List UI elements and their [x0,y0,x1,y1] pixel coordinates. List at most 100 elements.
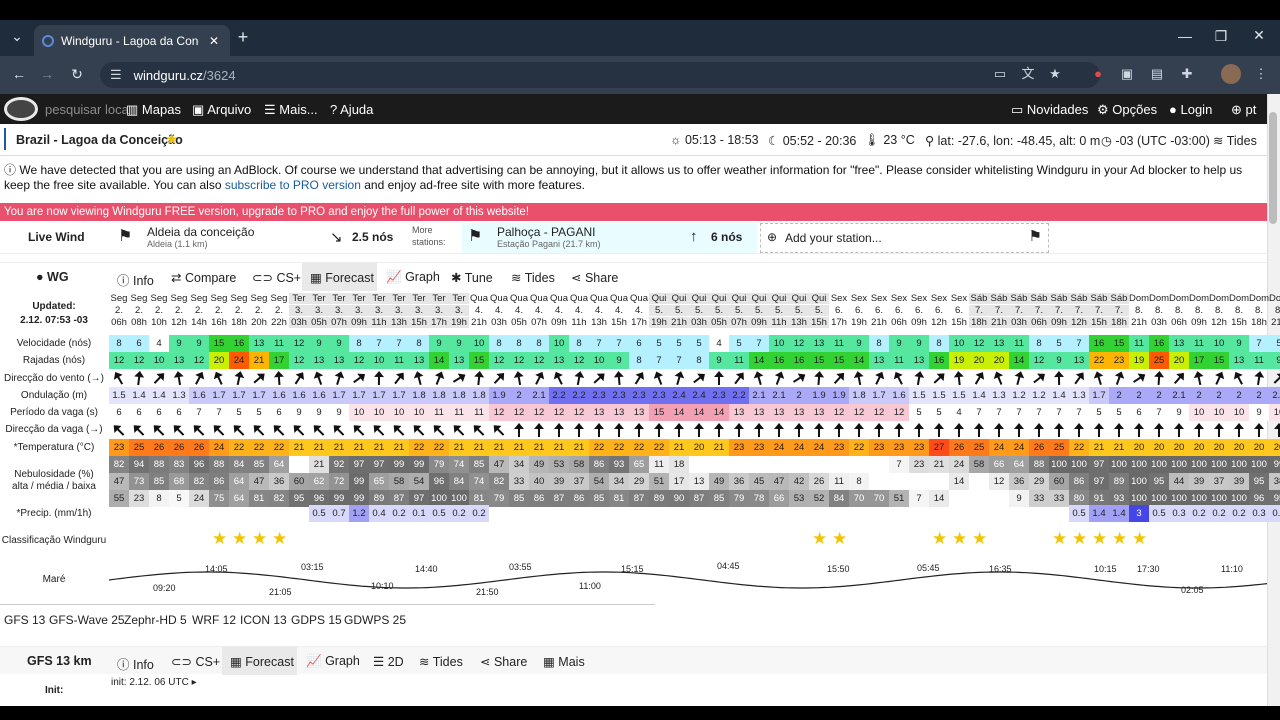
extension-doc-icon[interactable]: ▤ [1147,64,1167,84]
gfs-tab-forecast[interactable]: ▦ Forecast [230,654,294,669]
info-icon: ⓘ [117,274,130,288]
wind-dir-arrow-icon [513,371,524,386]
init-value[interactable]: init: 2.12. 06 UTC ▸ [111,677,197,688]
address-bar[interactable]: ☰ windguru.cz/3624 [100,62,1100,88]
tab-tune[interactable]: ✱ Tune [451,270,493,285]
cloud-mid-cell: 64 [229,473,249,490]
close-tab-icon[interactable]: ✕ [206,34,222,48]
install-app-icon[interactable]: ▭ [990,64,1010,84]
tab-share[interactable]: ⋖ Share [571,270,618,285]
cloud-mid-cell: 82 [189,473,209,490]
minimize-icon[interactable]: — [1176,28,1194,44]
model-zephr[interactable]: Zephr-HD 5 [124,613,187,627]
precip-cell: 0.2 [1209,505,1229,522]
nav-archive[interactable]: ▣ Arquivo [192,102,251,118]
translate-icon[interactable]: 文 [1018,64,1038,84]
tide-chart: 14:05 09:20 03:15 21:05 14:40 10:10 21:50 03:55… [109,561,1267,597]
nav-login[interactable]: ● Login [1169,102,1212,117]
new-tab-icon[interactable]: + [234,27,252,48]
model-icon[interactable]: ICON 13 [240,613,287,627]
browser-menu-icon[interactable]: ⋮ [1251,64,1271,84]
extensions-puzzle-icon[interactable]: ✚ [1177,64,1197,84]
gust-cell: 24 [229,352,249,369]
add-station-box[interactable]: ⊕ Add your station... ⚑ [760,223,1049,253]
hour-label: 07h [531,317,547,328]
forward-icon[interactable]: → [38,66,56,82]
tab-compare[interactable]: ⇄ Compare [171,270,236,285]
speed-cell: 11 [1189,335,1209,352]
gfs-tab-2d[interactable]: ☰ 2D [373,654,404,669]
extension-adblock-icon[interactable]: ● [1088,64,1108,84]
tab-csplus[interactable]: ⊂⊃ CS+ [252,270,301,285]
window-top-bar [0,0,1280,20]
model-gdwps[interactable]: GDWPS 25 [344,613,406,627]
model-gfs[interactable]: GFS 13 [4,613,45,627]
speed-cell: 10 [549,335,569,352]
precip-cell [969,505,989,522]
speed-cell: 7 [749,335,769,352]
cloud-high-cell: 97 [1089,456,1109,473]
nav-more[interactable]: ☰ Mais... [264,102,318,118]
scrollbar-thumb[interactable] [1269,112,1277,224]
cloud-mid-cell: 54 [409,473,429,490]
gfs-tab-graph[interactable]: 📈 Graph [306,654,360,669]
speed-cell: 12 [789,335,809,352]
subscribe-pro-link[interactable]: subscribe to PRO version [225,178,361,192]
tide-time-label: 03:15 [301,562,324,572]
tab-search-icon[interactable]: ⌄ [8,28,26,45]
back-icon[interactable]: ← [10,66,28,82]
station-flag-icon: ⚑ [118,228,133,245]
close-window-icon[interactable]: ✕ [1250,27,1268,44]
swell-cell: 2 [1229,387,1249,404]
nav-options[interactable]: ⚙ Opções [1097,102,1157,118]
gfs-tab-tides[interactable]: ≋ Tides [419,654,463,669]
gfs-tab-more[interactable]: ▦ Mais [543,654,585,669]
day-label: Seg [150,293,168,304]
station1-name[interactable]: Aldeia da conceição [147,225,254,239]
model-gdps[interactable]: GDPS 15 [291,613,342,627]
gust-cell: 9 [1269,352,1280,369]
cloud-high-cell: 58 [569,456,589,473]
tides-link[interactable]: ≋ Tides [1213,133,1257,148]
extension-code-icon[interactable]: ▣ [1117,64,1137,84]
date-label: 2. [255,305,263,316]
restore-icon[interactable]: ❐ [1212,28,1230,45]
nav-language[interactable]: ⊕ pt [1231,102,1256,118]
tab-forecast[interactable]: ▦ Forecast [310,270,374,285]
search-location-input[interactable]: pesquisar loca [45,102,129,117]
day-label: Sáb [1049,293,1069,304]
wind-dir-arrow-icon [434,371,445,385]
temp-cell: 26 [1029,439,1049,456]
profile-avatar[interactable] [1221,64,1241,84]
station2-name[interactable]: Palhoça - PAGANI [497,225,595,239]
tab-info[interactable]: ⓘ Info [117,270,154,289]
gfs-tab-csplus[interactable]: ⊂⊃ CS+ [171,654,220,669]
info-icon: ⓘ [117,658,130,672]
bookmark-star-icon[interactable]: ★ [1045,64,1065,84]
model-gfswave[interactable]: GFS-Wave 25 [49,613,125,627]
tab-graph[interactable]: 📈 Graph [386,270,440,285]
pro-banner[interactable]: You are now viewing Windguru FREE versio… [0,203,1267,221]
hour-label: 18h [969,317,989,328]
wave-dir-arrow-icon [954,423,964,437]
wave-dir-arrow-icon [233,425,245,436]
nav-maps[interactable]: ▥ Mapas [126,102,181,118]
gfs-tab-share[interactable]: ⋖ Share [480,654,527,669]
swell-cell: 1.3 [989,387,1009,404]
speed-cell: 7 [589,335,609,352]
model-wrf[interactable]: WRF 12 [192,613,236,627]
browser-tab[interactable]: Windguru - Lagoa da Conceição ✕ [34,25,230,56]
tab-tides[interactable]: ≋ Tides [511,270,555,285]
windguru-logo[interactable] [4,97,38,121]
cloud-high-cell [289,456,309,473]
favorite-star-icon[interactable]: ★ [165,130,178,148]
cloud-mid-cell: 26 [809,473,829,490]
tab-wg[interactable]: ● WG [36,270,69,284]
reload-icon[interactable]: ↻ [68,66,86,83]
row-label-rating: Classificação Windguru [1,535,107,546]
nav-help[interactable]: ? Ajuda [330,102,373,117]
day-label: Qui [749,293,769,304]
gfs-tab-info[interactable]: ⓘ Info [117,654,154,673]
nav-news[interactable]: ▭ Novidades [1011,102,1088,118]
site-info-icon[interactable]: ☰ [110,67,122,83]
